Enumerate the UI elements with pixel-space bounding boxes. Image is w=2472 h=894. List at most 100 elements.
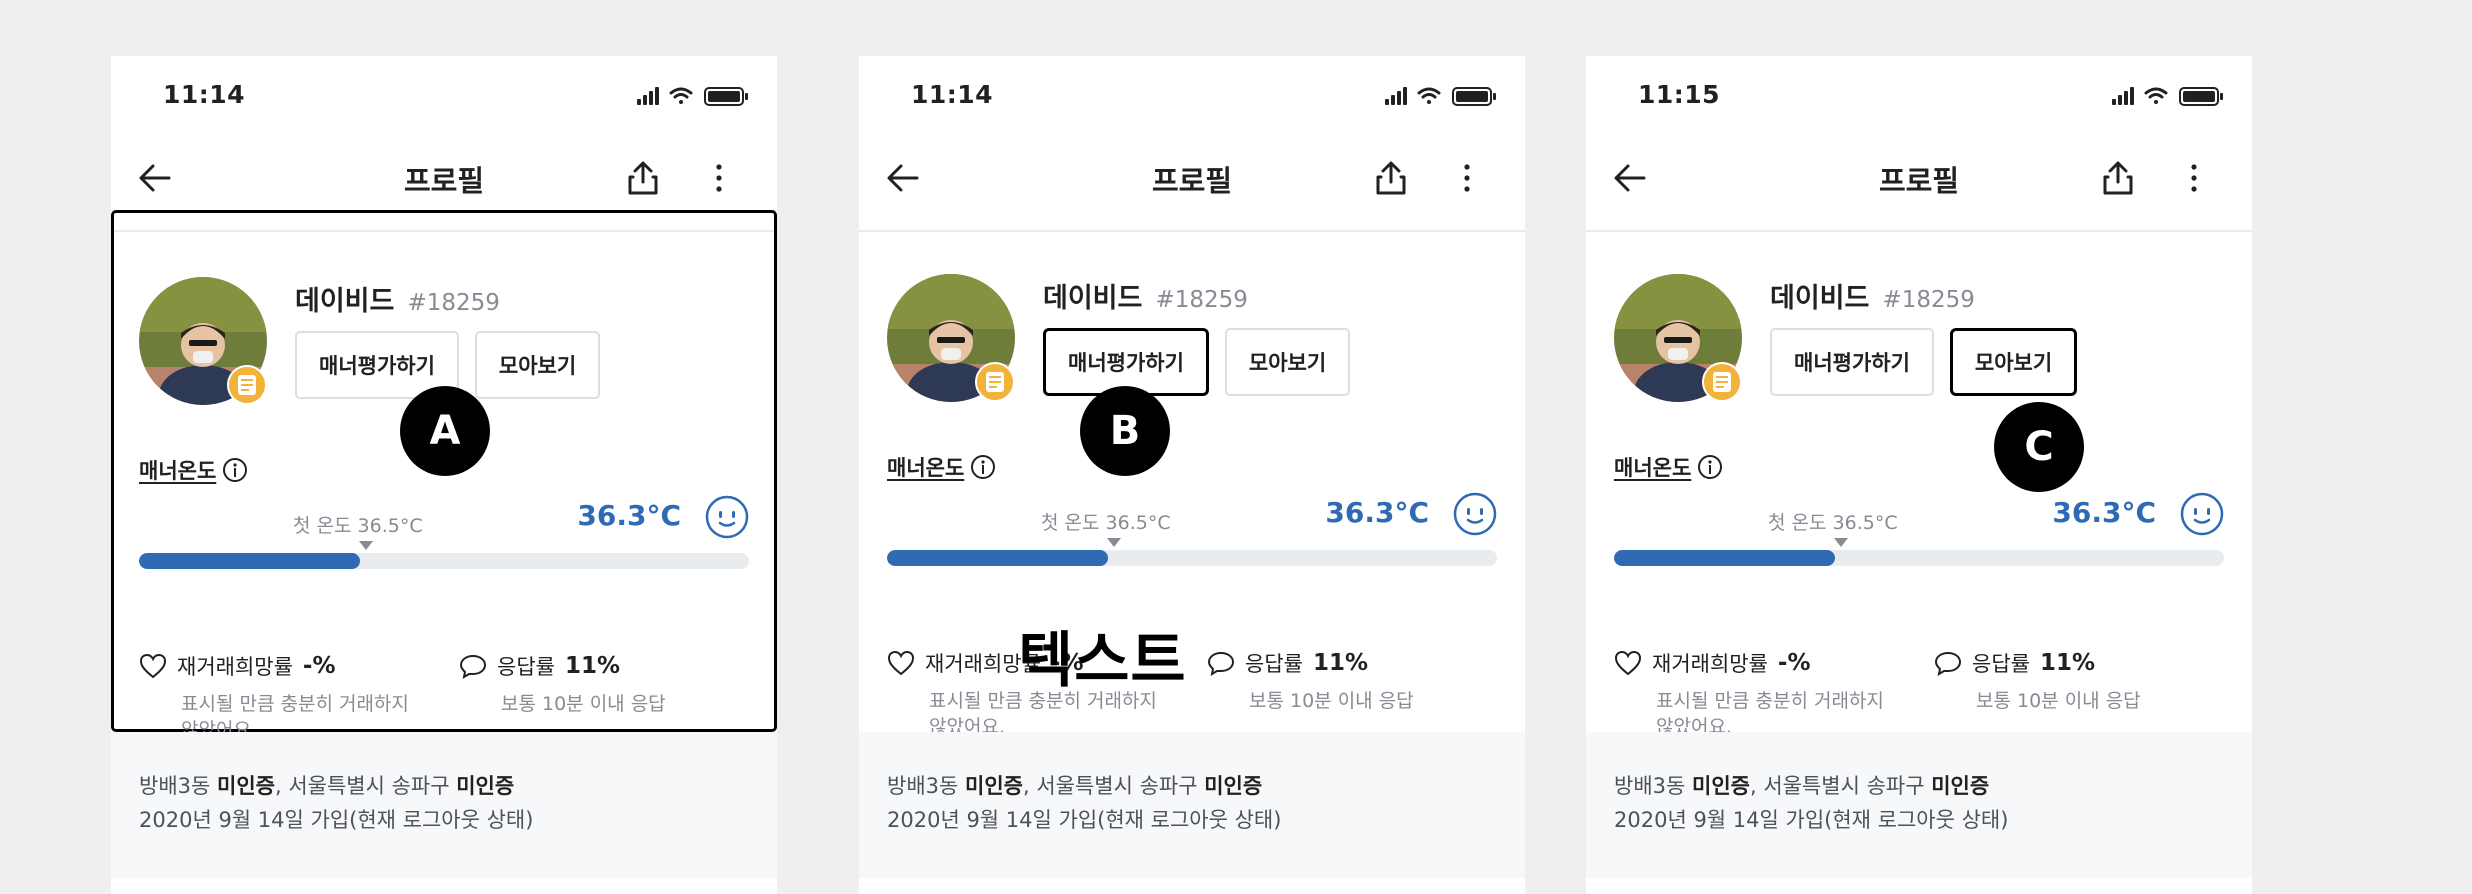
battery-icon [1452, 87, 1496, 106]
more-vertical-icon [1464, 164, 1470, 192]
signal-icon [2112, 87, 2134, 105]
battery-icon [2179, 87, 2223, 106]
profile-info-area: 방배3동 미인증, 서울특별시 송파구 미인증 2020년 9월 14일 가입(… [111, 732, 777, 878]
battery-icon [704, 87, 748, 106]
first-temperature-marker [1107, 538, 1121, 547]
temperature-bar-fill [139, 553, 361, 569]
rehire-rate: 재거래희망률 -% 표시될 만큼 충분히 거래하지 않았어요. [139, 651, 421, 743]
rehire-value: -% [302, 653, 336, 679]
heart-icon [887, 650, 915, 676]
info-icon[interactable] [1697, 454, 1723, 480]
temperature-bar [139, 553, 749, 569]
nickname: 데이비드 [1043, 283, 1143, 314]
response-value: 11% [564, 653, 621, 679]
view-collection-button[interactable]: 모아보기 [474, 331, 601, 399]
response-description: 보통 10분 이내 응답 [501, 693, 666, 715]
wifi-icon [2144, 87, 2168, 104]
nickname-row: 데이비드 #18259 [1043, 276, 1248, 315]
view-collection-button[interactable]: 모아보기 [1224, 328, 1351, 396]
smiley-face-icon [2180, 492, 2224, 536]
status-time: 11:14 [911, 80, 994, 109]
manner-temperature-header: 매너온도 [887, 452, 996, 482]
rehire-value: -% [1777, 650, 1811, 676]
response-rate: 응답률 11% 보통 10분 이내 응답 [1934, 648, 2216, 714]
manner-temperature-label[interactable]: 매너온도 [1614, 452, 1691, 482]
response-value: 11% [2039, 650, 2096, 676]
first-temperature-label: 첫 온도 36.5°C [1768, 512, 1898, 534]
share-icon [628, 161, 658, 195]
profile-action-row: 매너평가하기 모아보기 [1770, 328, 2078, 396]
info-icon[interactable] [970, 454, 996, 480]
phone-screen-b: 11:14 프로필 데이비드 #18259 매너평가하기 모아보기 매너온도 첫… [859, 56, 1525, 894]
more-options-button[interactable] [695, 154, 743, 202]
more-options-button[interactable] [1443, 154, 1491, 202]
annotation-marker-c: C [1994, 402, 2084, 492]
share-icon [2103, 161, 2133, 195]
nickname: 데이비드 [295, 286, 395, 317]
view-collection-button[interactable]: 모아보기 [1949, 328, 2078, 396]
signal-icon [637, 87, 659, 105]
rehire-label: 재거래희망률 [1652, 652, 1768, 676]
temperature-value: 36.3°C [577, 499, 681, 532]
profile-info-area: 방배3동 미인증, 서울특별시 송파구 미인증 2020년 9월 14일 가입(… [1586, 732, 2252, 878]
manner-temperature-label[interactable]: 매너온도 [139, 455, 216, 485]
annotation-marker-b: B [1080, 386, 1170, 476]
response-rate: 응답률 11% 보통 10분 이내 응답 [459, 651, 741, 717]
speech-bubble-icon [1934, 651, 1962, 676]
share-button[interactable] [619, 154, 667, 202]
temperature-bar [1614, 550, 2224, 566]
profile-info-area: 방배3동 미인증, 서울특별시 송파구 미인증 2020년 9월 14일 가입(… [859, 732, 1525, 878]
profile-card: 데이비드 #18259 매너평가하기 모아보기 매너온도 첫 온도 36.5°C… [859, 230, 1525, 738]
share-button[interactable] [1367, 154, 1415, 202]
badge-100-icon [975, 362, 1015, 402]
join-date-info: 2020년 9월 14일 가입(현재 로그아웃 상태) [887, 808, 1282, 832]
badge-100-icon [227, 365, 267, 405]
info-icon[interactable] [222, 457, 248, 483]
region-info: 방배3동 미인증, 서울특별시 송파구 미인증 [887, 774, 1263, 798]
region-info: 방배3동 미인증, 서울특별시 송파구 미인증 [139, 774, 515, 798]
heart-icon [1614, 650, 1642, 676]
response-label: 응답률 [497, 655, 555, 679]
status-time: 11:15 [1638, 80, 1721, 109]
temperature-bar-fill [887, 550, 1109, 566]
manner-temperature-header: 매너온도 [139, 455, 248, 485]
more-vertical-icon [2191, 164, 2197, 192]
share-button[interactable] [2094, 154, 2142, 202]
first-temperature-marker [359, 541, 373, 550]
wifi-icon [669, 87, 693, 104]
status-icons [2112, 87, 2223, 106]
top-nav-bar: 프로필 [859, 136, 1525, 232]
signal-icon [1385, 87, 1407, 105]
status-bar: 11:14 [859, 56, 1525, 136]
user-id: #18259 [1882, 287, 1975, 313]
status-icons [637, 87, 748, 106]
profile-action-row: 매너평가하기 모아보기 [1043, 328, 1351, 396]
rehire-rate: 재거래희망률 -% 표시될 만큼 충분히 거래하지 않았어요. [1614, 648, 1896, 740]
speech-bubble-icon [459, 654, 487, 679]
share-icon [1376, 161, 1406, 195]
annotation-overlay-text: 텍스트 [1018, 626, 1187, 696]
temperature-bar-fill [1614, 550, 1836, 566]
nickname-row: 데이비드 #18259 [295, 279, 500, 318]
page-title: 프로필 [1878, 164, 1960, 198]
status-icons [1385, 87, 1496, 106]
first-temperature-marker [1834, 538, 1848, 547]
first-temperature-label: 첫 온도 36.5°C [293, 515, 423, 537]
response-description: 보통 10분 이내 응답 [1976, 690, 2141, 712]
status-bar: 11:14 [111, 56, 777, 136]
nickname-row: 데이비드 #18259 [1770, 276, 1975, 315]
more-options-button[interactable] [2170, 154, 2218, 202]
response-rate: 응답률 11% 보통 10분 이내 응답 [1207, 648, 1489, 714]
response-label: 응답률 [1972, 652, 2030, 676]
manner-evaluation-button[interactable]: 매너평가하기 [1770, 328, 1934, 396]
smiley-face-icon [1453, 492, 1497, 536]
manner-temperature-label[interactable]: 매너온도 [887, 452, 964, 482]
status-bar: 11:15 [1586, 56, 2252, 136]
nickname: 데이비드 [1770, 283, 1870, 314]
response-value: 11% [1312, 650, 1369, 676]
more-vertical-icon [716, 164, 722, 192]
profile-card: 데이비드 #18259 매너평가하기 모아보기 매너온도 첫 온도 36.5°C… [1586, 230, 2252, 738]
response-label: 응답률 [1245, 652, 1303, 676]
heart-icon [139, 653, 167, 679]
annotation-marker-a: A [400, 386, 490, 476]
